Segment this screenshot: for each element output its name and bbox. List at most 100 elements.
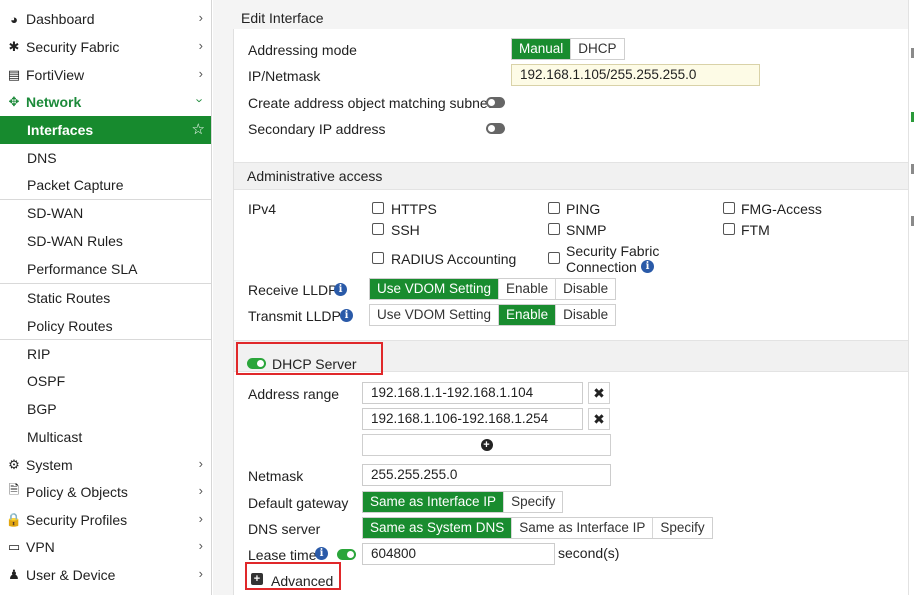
sidebar-item-dashboard[interactable]: ◕ Dashboard › bbox=[0, 5, 211, 33]
sidebar-item-security-fabric[interactable]: ✱ Security Fabric › bbox=[0, 33, 211, 61]
ping-checkbox[interactable] bbox=[548, 202, 560, 214]
sidebar-item-sd-wan[interactable]: SD-WAN bbox=[0, 199, 211, 227]
sidebar-item-security-profiles[interactable]: 🔒 Security Profiles › bbox=[0, 506, 211, 534]
sidebar-item-label: VPN bbox=[26, 539, 55, 555]
gateway-same-as-interface-button[interactable]: Same as Interface IP bbox=[363, 492, 504, 512]
info-icon[interactable]: i bbox=[315, 547, 328, 560]
dns-specify-button[interactable]: Specify bbox=[652, 518, 711, 538]
close-icon: ✖ bbox=[593, 385, 605, 401]
sidebar-item-dns[interactable]: DNS bbox=[0, 144, 211, 172]
info-icon[interactable]: i bbox=[340, 309, 353, 322]
addressing-mode-switch: Manual DHCP bbox=[511, 38, 625, 60]
sidebar: ◕ Dashboard › ✱ Security Fabric › ▤ Fort… bbox=[0, 0, 212, 595]
dns-same-as-system-button[interactable]: Same as System DNS bbox=[363, 518, 512, 538]
admin-access-title: Administrative access bbox=[247, 168, 383, 184]
ipv4-label: IPv4 bbox=[248, 201, 277, 217]
sidebar-item-label: Network bbox=[26, 94, 82, 110]
sidebar-item-bgp[interactable]: BGP bbox=[0, 395, 211, 423]
sidebar-item-label: Multicast bbox=[27, 429, 83, 445]
sidebar-item-rip[interactable]: RIP bbox=[0, 340, 211, 368]
sidebar-item-label: SD-WAN bbox=[27, 205, 84, 221]
snmp-label: SNMP bbox=[566, 222, 607, 238]
add-range-button[interactable]: + bbox=[362, 434, 611, 456]
dns-server-switch: Same as System DNS Same as Interface IP … bbox=[362, 517, 713, 539]
sidebar-item-multicast[interactable]: Multicast bbox=[0, 423, 211, 451]
addressing-mode-label: Addressing mode bbox=[248, 42, 357, 58]
netmask-input[interactable]: 255.255.255.0 bbox=[362, 464, 611, 486]
snmp-checkbox[interactable] bbox=[548, 223, 560, 235]
chevron-right-icon: › bbox=[198, 10, 203, 25]
address-range-input[interactable]: 192.168.1.1-192.168.1.104 bbox=[362, 382, 583, 404]
addressing-manual-button[interactable]: Manual bbox=[512, 39, 571, 59]
sidebar-item-fortiview[interactable]: ▤ FortiView › bbox=[0, 61, 211, 89]
sidebar-item-label: OSPF bbox=[27, 373, 66, 389]
fmg-access-checkbox[interactable] bbox=[723, 202, 735, 214]
chevron-right-icon: › bbox=[198, 456, 203, 471]
lease-time-input[interactable]: 604800 bbox=[362, 543, 555, 565]
address-range-input[interactable]: 192.168.1.106-192.168.1.254 bbox=[362, 408, 583, 430]
dns-same-as-interface-button[interactable]: Same as Interface IP bbox=[511, 518, 652, 538]
favorite-star-icon[interactable]: ☆ bbox=[192, 120, 205, 138]
sidebar-item-vpn[interactable]: ▭ VPN › bbox=[0, 533, 211, 561]
chevron-right-icon: › bbox=[198, 566, 203, 581]
sidebar-item-system[interactable]: ⚙ System › bbox=[0, 451, 211, 479]
addressing-dhcp-button[interactable]: DHCP bbox=[570, 39, 623, 59]
fmg-access-label: FMG-Access bbox=[741, 201, 822, 217]
receive-lldp-label: Receive LLDP bbox=[248, 282, 338, 298]
ftm-label: FTM bbox=[741, 222, 770, 238]
chevron-right-icon: › bbox=[198, 538, 203, 553]
radius-accounting-checkbox[interactable] bbox=[372, 252, 384, 264]
admin-access-section-header: Administrative access bbox=[234, 162, 908, 190]
delete-range-button[interactable]: ✖ bbox=[588, 382, 610, 404]
security-fabric-icon: ✱ bbox=[8, 39, 20, 54]
sidebar-item-label: Dashboard bbox=[26, 11, 95, 27]
secondary-ip-label: Secondary IP address bbox=[248, 121, 386, 137]
chevron-right-icon: › bbox=[198, 66, 203, 81]
transmit-lldp-vdom-button[interactable]: Use VDOM Setting bbox=[370, 305, 498, 325]
side-panel-edge bbox=[908, 0, 922, 595]
sidebar-item-network[interactable]: ✥ Network › bbox=[0, 88, 211, 116]
delete-range-button[interactable]: ✖ bbox=[588, 408, 610, 430]
radius-accounting-label: RADIUS Accounting bbox=[391, 251, 517, 267]
transmit-lldp-switch: Use VDOM Setting Enable Disable bbox=[369, 304, 617, 326]
side-panel-marker bbox=[911, 216, 914, 226]
netmask-label: Netmask bbox=[248, 468, 304, 484]
sidebar-item-packet-capture[interactable]: Packet Capture bbox=[0, 171, 211, 199]
ssh-checkbox[interactable] bbox=[372, 223, 384, 235]
dashboard-icon: ◕ bbox=[10, 11, 18, 27]
side-panel-marker bbox=[911, 112, 914, 122]
sidebar-item-ospf[interactable]: OSPF bbox=[0, 367, 211, 395]
sidebar-item-label: Performance SLA bbox=[27, 261, 138, 277]
gateway-specify-button[interactable]: Specify bbox=[503, 492, 562, 512]
create-address-object-toggle[interactable] bbox=[486, 97, 505, 108]
info-icon[interactable]: i bbox=[334, 283, 347, 296]
sidebar-item-static-routes[interactable]: Static Routes bbox=[0, 284, 211, 312]
ip-netmask-input[interactable]: 192.168.1.105/255.255.255.0 bbox=[511, 64, 760, 86]
chevron-right-icon: › bbox=[198, 511, 203, 526]
receive-lldp-enable-button[interactable]: Enable bbox=[498, 279, 555, 299]
receive-lldp-disable-button[interactable]: Disable bbox=[555, 279, 615, 299]
transmit-lldp-disable-button[interactable]: Disable bbox=[555, 305, 615, 325]
sidebar-item-user-device[interactable]: ♟ User & Device › bbox=[0, 561, 211, 589]
https-checkbox[interactable] bbox=[372, 202, 384, 214]
transmit-lldp-enable-button[interactable]: Enable bbox=[498, 305, 556, 325]
laptop-icon: ▭ bbox=[7, 539, 21, 554]
lease-time-toggle[interactable] bbox=[337, 549, 356, 560]
sidebar-item-policy-routes[interactable]: Policy Routes bbox=[0, 312, 211, 340]
secondary-ip-toggle[interactable] bbox=[486, 123, 505, 134]
security-fabric-connection-checkbox[interactable] bbox=[548, 252, 560, 264]
sidebar-item-performance-sla[interactable]: Performance SLA bbox=[0, 255, 211, 283]
info-icon[interactable]: i bbox=[641, 260, 654, 273]
ftm-checkbox[interactable] bbox=[723, 223, 735, 235]
security-fabric-connection-line1: Security Fabric bbox=[566, 243, 660, 259]
sidebar-item-sd-wan-rules[interactable]: SD-WAN Rules bbox=[0, 227, 211, 255]
default-gateway-label: Default gateway bbox=[248, 495, 349, 511]
lock-icon: 🔒 bbox=[5, 512, 23, 527]
sidebar-item-label: Packet Capture bbox=[27, 177, 124, 193]
sidebar-item-label: RIP bbox=[27, 346, 51, 362]
sidebar-item-policy-objects[interactable]: 🗎 Policy & Objects › bbox=[0, 478, 211, 506]
address-range-label: Address range bbox=[248, 386, 340, 402]
receive-lldp-vdom-button[interactable]: Use VDOM Setting bbox=[370, 279, 499, 299]
sidebar-item-label: Static Routes bbox=[27, 290, 111, 306]
sidebar-item-interfaces[interactable]: Interfaces ☆ bbox=[0, 116, 211, 144]
